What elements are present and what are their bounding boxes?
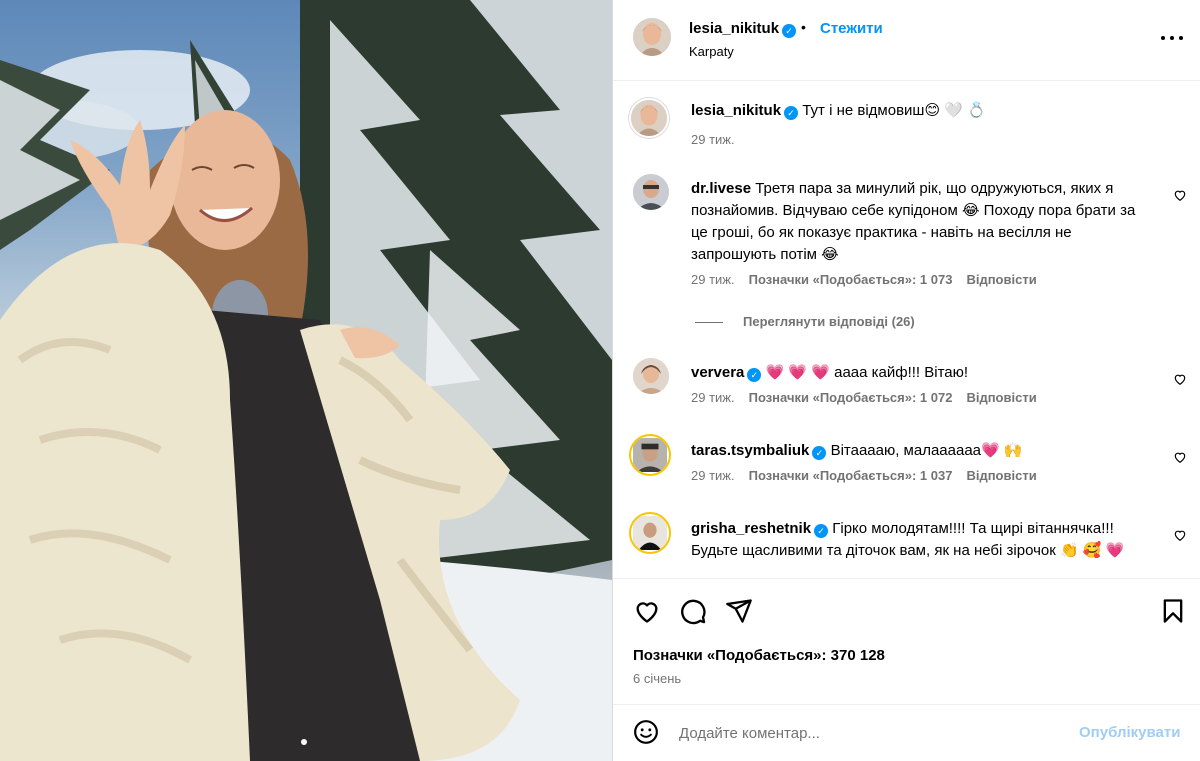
likes-count[interactable]: Позначки «Подобається»: 370 128 (633, 647, 885, 664)
commenter-avatar[interactable] (629, 512, 671, 554)
bookmark-icon[interactable] (1159, 597, 1187, 625)
caption-avatar[interactable] (629, 98, 669, 138)
caption-text: lesia_nikituk ✓ Тут і не відмовиш😊 🤍 💍 (691, 100, 1151, 122)
follow-button[interactable]: Стежити (820, 20, 883, 37)
heart-icon[interactable] (1173, 188, 1187, 202)
reply-button[interactable]: Відповісти (966, 390, 1036, 405)
more-options-icon[interactable] (1161, 36, 1185, 42)
comment-meta: 29 тиж. Позначки «Подобається»: 1 073 Відп… (691, 272, 1037, 287)
comment-likes[interactable]: Позначки «Подобається»: 1 037 (749, 468, 953, 483)
caption-username[interactable]: lesia_nikituk (691, 102, 781, 119)
commenter-avatar[interactable] (629, 434, 671, 476)
comment-age: 29 тиж. (691, 390, 735, 405)
comment-age: 29 тиж. (691, 272, 735, 287)
comment-text: grisha_reshetnik ✓ Гірко молодятам!!!! Та… (691, 520, 1125, 559)
commenter-avatar[interactable] (633, 174, 669, 210)
share-icon[interactable] (725, 597, 753, 625)
photo-illustration (0, 0, 612, 761)
comments-list[interactable]: lesia_nikituk ✓ Тут і не відмовиш😊 🤍 💍 29… (613, 82, 1200, 578)
comment-age: 29 тиж. (691, 468, 735, 483)
comment-text: taras.tsymbaliuk ✓ Вітааааю, малаааааа💗 🙌 (691, 442, 1023, 460)
caption-content: Тут і не відмовиш😊 🤍 💍 (802, 102, 986, 119)
comment-username[interactable]: taras.tsymbaliuk (691, 442, 809, 459)
heart-icon[interactable] (1173, 528, 1187, 542)
post-date[interactable]: 6 січень (633, 671, 681, 686)
verified-badge-icon: ✓ (812, 446, 827, 460)
comment-meta: 29 тиж. Позначки «Подобається»: 1 037 Відп… (691, 468, 1037, 483)
verified-badge-icon: ✓ (814, 524, 829, 538)
verified-badge-icon: ✓ (782, 24, 797, 38)
author-avatar[interactable] (633, 18, 671, 56)
comment-icon[interactable] (679, 597, 707, 625)
view-replies-button[interactable]: Переглянути відповіді (26) (695, 314, 915, 329)
comment-text: ververa ✓ 💗 💗 💗 аааа кайф!!! Вітаю! (691, 364, 969, 382)
heart-icon[interactable] (1173, 450, 1187, 464)
commenter-avatar[interactable] (633, 358, 669, 394)
comment-username[interactable]: grisha_reshetnik (691, 520, 811, 537)
post-location[interactable]: Karpaty (689, 44, 734, 59)
verified-badge-icon: ✓ (747, 368, 762, 382)
post-header: lesia_nikituk ✓ • Стежити Karpaty (613, 0, 1200, 81)
comment-username[interactable]: ververa (691, 364, 744, 381)
comment-likes[interactable]: Позначки «Подобається»: 1 073 (749, 272, 953, 287)
comment-text: dr.livese Третя пара за минулий рік, що … (691, 180, 1136, 263)
reply-button[interactable]: Відповісти (966, 468, 1036, 483)
comment-username[interactable]: dr.livese (691, 180, 751, 197)
post-photo[interactable] (0, 0, 612, 761)
verified-badge-icon: ✓ (784, 106, 799, 120)
comment-composer: Опублікувати (613, 704, 1200, 761)
author-username[interactable]: lesia_nikituk ✓ (689, 20, 797, 38)
post-detail-panel: lesia_nikituk ✓ • Стежити Karpaty lesia_n… (612, 0, 1200, 761)
caption-age: 29 тиж. (691, 132, 735, 147)
reply-button[interactable]: Відповісти (966, 272, 1036, 287)
comment-likes[interactable]: Позначки «Подобається»: 1 072 (749, 390, 953, 405)
carousel-indicator-dot[interactable] (301, 739, 307, 745)
emoji-icon[interactable] (633, 719, 659, 745)
comment-input[interactable] (679, 721, 1059, 745)
heart-icon[interactable] (633, 597, 661, 625)
comment-meta: 29 тиж. Позначки «Подобається»: 1 072 Відп… (691, 390, 1037, 405)
heart-icon[interactable] (1173, 372, 1187, 386)
post-actions: Позначки «Подобається»: 370 128 6 січень (613, 578, 1200, 698)
separator-dot: • (801, 19, 806, 35)
post-comment-button[interactable]: Опублікувати (1079, 724, 1180, 741)
